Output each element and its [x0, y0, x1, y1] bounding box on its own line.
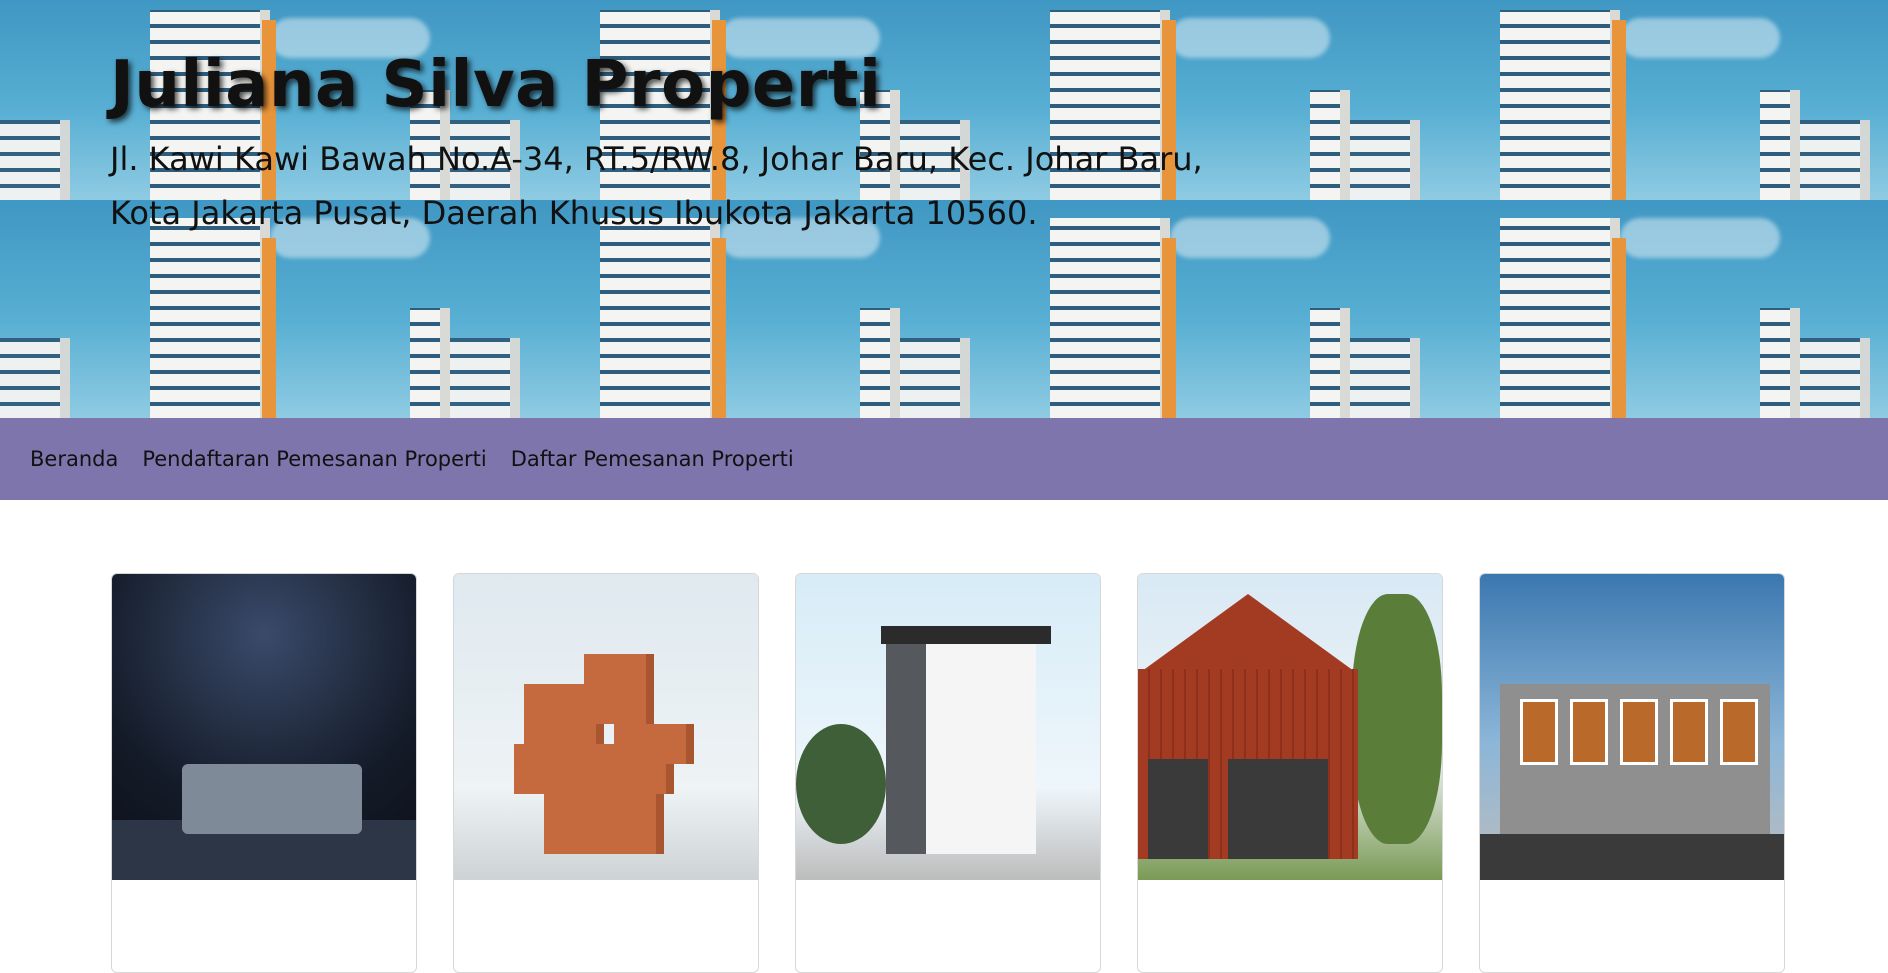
property-image-brick-building: [454, 574, 758, 880]
hero-text: Juliana Silva Properti Jl. Kawi Kawi Baw…: [110, 48, 1230, 240]
nav-link-daftar-pemesanan[interactable]: Daftar Pemesanan Properti: [511, 447, 794, 471]
property-card[interactable]: [111, 573, 417, 973]
address-line-2: Kota Jakarta Pusat, Daerah Khusus Ibukot…: [110, 194, 1038, 232]
site-title: Juliana Silva Properti: [110, 48, 882, 122]
property-image-row-building: [1480, 574, 1784, 880]
hero-banner: Juliana Silva Properti Jl. Kawi Kawi Baw…: [0, 0, 1888, 418]
main-navbar: Beranda Pendaftaran Pemesanan Properti D…: [0, 418, 1888, 500]
building-photo-tile: [1350, 200, 1800, 418]
property-card[interactable]: [1479, 573, 1785, 973]
property-image-red-barn: [1138, 574, 1442, 880]
building-photo-tile: [1350, 0, 1800, 200]
company-address: Jl. Kawi Kawi Bawah No.A-34, RT.5/RW.8, …: [110, 132, 1230, 240]
property-image-modern-house: [796, 574, 1100, 880]
building-photo-tile: [1800, 200, 1888, 418]
address-line-1: Jl. Kawi Kawi Bawah No.A-34, RT.5/RW.8, …: [110, 140, 1203, 178]
property-card[interactable]: [1137, 573, 1443, 973]
property-card[interactable]: [795, 573, 1101, 973]
nav-link-beranda[interactable]: Beranda: [30, 447, 118, 471]
property-card[interactable]: [453, 573, 759, 973]
nav-link-pendaftaran-pemesanan[interactable]: Pendaftaran Pemesanan Properti: [142, 447, 486, 471]
building-photo-tile: [1800, 0, 1888, 200]
property-card-grid: [111, 573, 1785, 973]
property-image-bedroom: [112, 574, 416, 880]
